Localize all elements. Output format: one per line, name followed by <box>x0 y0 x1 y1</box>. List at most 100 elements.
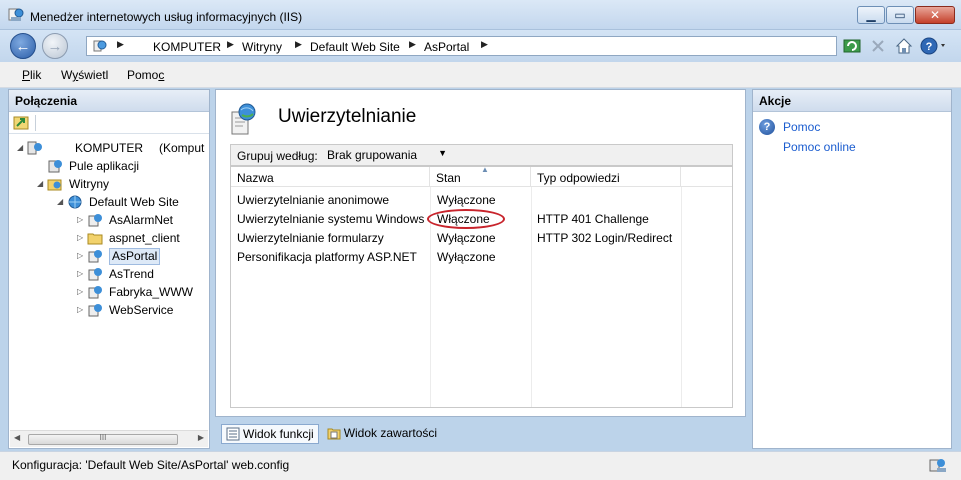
scrollbar-grip: III <box>99 433 107 442</box>
content-view-button[interactable]: Widok zawartości <box>323 424 441 444</box>
tree-label: AsAlarmNet <box>109 213 174 227</box>
column-header-nazwa[interactable]: Nazwa <box>231 167 430 187</box>
breadcrumb-komputer[interactable]: KOMPUTER <box>153 40 221 54</box>
folder-icon <box>87 233 103 245</box>
minimize-button[interactable]: ▁ <box>857 6 885 24</box>
breadcrumb-separator-icon[interactable]: ▶ <box>227 39 234 50</box>
group-by-bar: Grupuj według: Brak grupowania ▼ <box>230 144 733 166</box>
connections-tree: ◢ KOMPUTER (Komput Pule aplikacji ◢ Witr… <box>9 136 209 432</box>
actions-panel: Akcje ? Pomoc Pomoc online <box>752 89 952 449</box>
group-by-value: Brak grupowania <box>327 148 418 162</box>
tree-label: KOMPUTER <box>75 141 144 155</box>
back-arrow-icon: ← <box>15 38 31 55</box>
collapse-icon[interactable]: ◢ <box>17 139 27 157</box>
title-bar: Menedżer internetowych usług informacyjn… <box>0 0 961 30</box>
connections-toolbar <box>9 112 209 134</box>
content-view-icon <box>327 428 341 440</box>
website-globe-icon <box>68 195 82 209</box>
actions-title: Akcje <box>753 90 951 112</box>
view-switcher: Widok funkcji Widok zawartości <box>221 424 445 444</box>
page-title: Uwierzytelnianie <box>278 106 417 127</box>
column-header-typ-odpowiedzi[interactable]: Typ odpowiedzi <box>531 167 681 187</box>
tree-label: Fabryka_WWW <box>109 285 193 299</box>
menu-bar: Plik Wyświetl Pomoc <box>0 62 961 88</box>
features-table: Nazwa Stan ▲ Typ odpowiedzi Uwierzytelni… <box>230 165 733 408</box>
horizontal-scrollbar[interactable]: ◀ III ▶ <box>10 430 208 447</box>
expand-icon[interactable]: ▷ <box>77 247 87 265</box>
breadcrumb-asportal[interactable]: AsPortal <box>424 40 469 54</box>
expand-icon[interactable]: ▷ <box>77 301 87 319</box>
back-button[interactable]: ← <box>10 33 36 59</box>
menu-view[interactable]: Wyświetl <box>61 68 108 82</box>
scroll-right-icon[interactable]: ▶ <box>198 433 204 442</box>
cell-name: Personifikacja platformy ASP.NET <box>237 250 417 264</box>
home-icon[interactable] <box>894 36 914 56</box>
tree-label: AsPortal <box>109 248 161 265</box>
application-icon <box>88 304 102 317</box>
content-view-label: Widok zawartości <box>343 426 438 440</box>
features-view-icon <box>226 427 240 441</box>
cell-name: Uwierzytelnianie anonimowe <box>237 193 390 207</box>
chevron-down-icon: ▼ <box>438 148 447 158</box>
cell-type: HTTP 401 Challenge <box>537 212 649 226</box>
toolbar-separator <box>35 115 36 131</box>
scrollbar-thumb[interactable]: III <box>28 433 178 445</box>
app-pools-icon <box>48 160 62 173</box>
close-icon: ✕ <box>929 8 941 22</box>
breadcrumb-separator-icon[interactable]: ▶ <box>117 39 124 50</box>
cell-state: Wyłączone <box>437 250 496 264</box>
help-icon: ? <box>759 119 775 135</box>
cell-name: Uwierzytelnianie systemu Windows <box>237 212 425 226</box>
maximize-button[interactable]: ▭ <box>886 6 914 24</box>
expand-icon[interactable]: ▷ <box>77 283 87 301</box>
status-bar: Konfiguracja: 'Default Web Site/AsPortal… <box>0 451 961 480</box>
breadcrumb-separator-icon[interactable]: ▶ <box>481 39 488 50</box>
forward-arrow-icon: → <box>47 38 63 55</box>
expand-icon[interactable]: ▷ <box>77 229 87 247</box>
breadcrumb-separator-icon[interactable]: ▶ <box>295 39 302 50</box>
application-icon <box>88 214 102 227</box>
breadcrumb-separator-icon[interactable]: ▶ <box>409 39 416 50</box>
collapse-icon[interactable]: ◢ <box>57 193 67 211</box>
stop-icon[interactable] <box>868 36 888 56</box>
tree-item-komputer[interactable]: ◢ KOMPUTER (Komput <box>17 139 209 157</box>
sort-ascending-icon: ▲ <box>481 165 489 174</box>
maximize-icon: ▭ <box>894 8 906 22</box>
menu-help[interactable]: Pomoc <box>127 68 164 82</box>
help-dropdown-icon[interactable]: ? <box>920 36 948 56</box>
features-view-label: Widok funkcji <box>243 427 314 441</box>
expand-icon[interactable]: ▷ <box>77 211 87 229</box>
application-icon <box>88 250 102 263</box>
breadcrumb-default-web-site[interactable]: Default Web Site <box>310 40 400 54</box>
connect-icon[interactable] <box>13 115 29 131</box>
group-by-dropdown[interactable]: Brak grupowania ▼ <box>323 146 453 164</box>
window-title: Menedżer internetowych usług informacyjn… <box>30 10 303 24</box>
collapse-icon[interactable]: ◢ <box>37 175 47 193</box>
scroll-left-icon[interactable]: ◀ <box>14 433 20 442</box>
breadcrumb-witryny[interactable]: Witryny <box>242 40 282 54</box>
group-by-label: Grupuj według: <box>237 149 318 163</box>
action-help-label: Pomoc <box>783 120 821 134</box>
minimize-icon: ▁ <box>866 8 876 22</box>
action-help[interactable]: ? Pomoc <box>759 118 939 136</box>
cell-type: HTTP 302 Login/Redirect <box>537 231 673 245</box>
close-button[interactable]: ✕ <box>915 6 955 24</box>
application-icon <box>88 286 102 299</box>
address-bar[interactable]: ▶ KOMPUTER ▶ Witryny ▶ Default Web Site … <box>86 36 837 56</box>
cell-state: Wyłączone <box>437 231 496 245</box>
tree-label: WebService <box>109 303 174 317</box>
tree-label: Witryny <box>69 177 109 191</box>
action-help-online[interactable]: Pomoc online <box>759 138 939 156</box>
tree-label: Default Web Site <box>89 195 179 209</box>
svg-text:?: ? <box>926 41 933 53</box>
features-view-button[interactable]: Widok funkcji <box>221 424 319 444</box>
refresh-icon[interactable] <box>842 36 862 56</box>
network-status-icon <box>929 459 946 472</box>
forward-button[interactable]: → <box>42 33 68 59</box>
expand-icon[interactable]: ▷ <box>77 265 87 283</box>
sites-folder-icon <box>47 179 62 191</box>
server-globe-icon <box>93 40 107 52</box>
cell-state: Wyłączone <box>437 193 496 207</box>
menu-file[interactable]: Plik <box>22 68 41 82</box>
column-divider <box>531 187 532 407</box>
